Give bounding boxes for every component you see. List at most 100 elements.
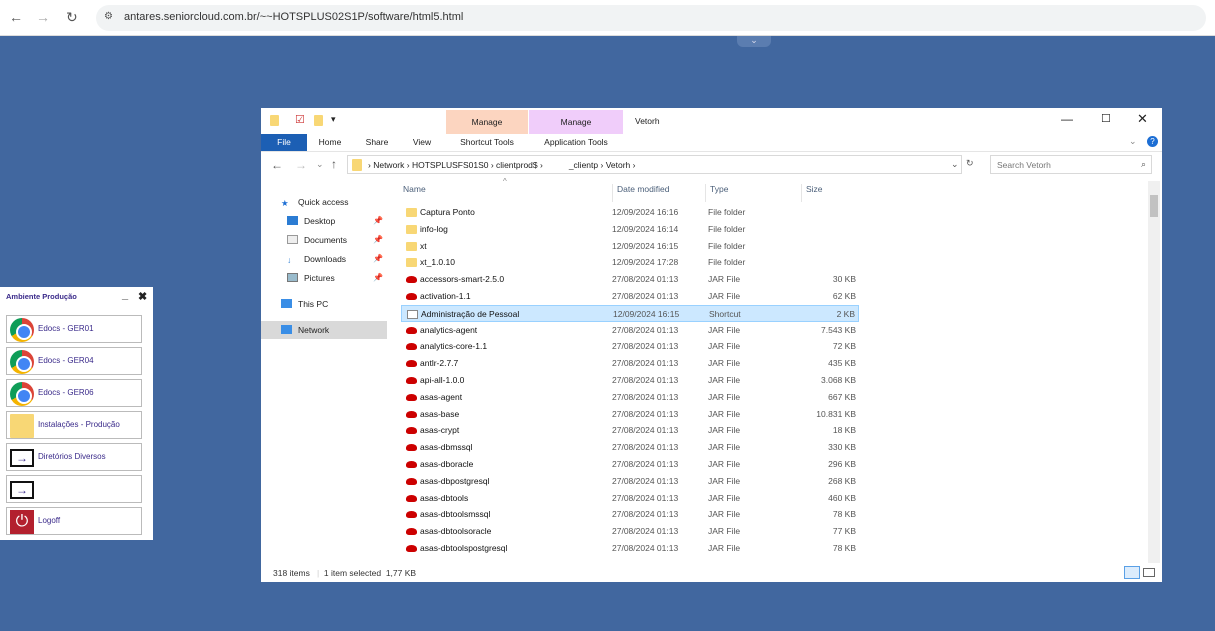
file-row[interactable]: xt 12/09/2024 16:15 File folder	[401, 238, 859, 255]
app-launcher-panel: Ambiente Produção _ ✖ Edocs - GER01 Edoc…	[0, 287, 153, 540]
up-icon[interactable]: ↑	[331, 157, 337, 171]
url-text[interactable]: antares.seniorcloud.com.br/~~HOTSPLUS02S…	[124, 11, 463, 23]
file-row[interactable]: asas-dboracle 27/08/2024 01:13 JAR File …	[401, 456, 859, 473]
file-type: JAR File	[708, 475, 741, 486]
file-row[interactable]: api-all-1.0.0 27/08/2024 01:13 JAR File …	[401, 372, 859, 389]
file-size: 78 KB	[832, 543, 856, 553]
file-date: 27/08/2024 01:13	[612, 291, 679, 301]
file-row[interactable]: asas-crypt 27/08/2024 01:13 JAR File 18 …	[401, 422, 859, 439]
minimize-button[interactable]: _	[122, 289, 128, 301]
file-type: JAR File	[708, 442, 741, 453]
file-type: JAR File	[708, 408, 741, 419]
search-input[interactable]: Search Vetorh ⌕	[990, 155, 1152, 174]
file-type: JAR File	[708, 509, 741, 520]
breadcrumb-server[interactable]: HOTSPLUSFS01S0	[412, 160, 489, 170]
file-row[interactable]: accessors-smart-2.5.0 27/08/2024 01:13 J…	[401, 271, 859, 288]
tab-file[interactable]: File	[261, 134, 307, 151]
column-name[interactable]: Name	[403, 184, 426, 194]
tab-view[interactable]: View	[403, 134, 441, 151]
item-count: 318 items	[273, 568, 310, 578]
jar-file-icon	[406, 410, 417, 418]
jar-file-icon	[406, 393, 417, 401]
file-row[interactable]: asas-dbtoolsoracle 27/08/2024 01:13 JAR …	[401, 523, 859, 540]
file-date: 27/08/2024 01:13	[612, 375, 679, 385]
recent-locations-icon[interactable]: ⌄	[316, 159, 324, 170]
file-row[interactable]: xt_1.0.10 12/09/2024 17:28 File folder	[401, 254, 859, 271]
breadcrumb-vetorh[interactable]: Vetorh	[606, 160, 631, 170]
tab-home[interactable]: Home	[311, 134, 349, 151]
file-name: asas-dbmssql	[420, 442, 473, 453]
refresh-icon[interactable]: ↻	[966, 158, 974, 169]
file-row[interactable]: analytics-core-1.1 27/08/2024 01:13 JAR …	[401, 338, 859, 355]
breadcrumb-network[interactable]: Network	[373, 160, 404, 170]
file-row[interactable]: antlr-2.7.7 27/08/2024 01:13 JAR File 43…	[401, 355, 859, 372]
maximize-button[interactable]: ☐	[1101, 112, 1111, 125]
scrollbar-thumb[interactable]	[1150, 195, 1158, 217]
file-row[interactable]: asas-dbmssql 27/08/2024 01:13 JAR File 3…	[401, 439, 859, 456]
nav-quick-access[interactable]: ★ Quick access	[281, 193, 349, 211]
file-row[interactable]: asas-dbtools 27/08/2024 01:13 JAR File 4…	[401, 490, 859, 507]
help-icon[interactable]: ?	[1147, 136, 1158, 147]
file-row[interactable]: info-log 12/09/2024 16:14 File folder	[401, 221, 859, 238]
jar-file-icon	[406, 326, 417, 334]
file-row[interactable]: Captura Ponto 12/09/2024 16:16 File fold…	[401, 204, 859, 221]
file-size: 667 KB	[828, 391, 856, 402]
nav-downloads[interactable]: ↓ Downloads 📌	[287, 250, 387, 268]
close-button[interactable]: ✕	[1137, 111, 1148, 127]
nav-this-pc[interactable]: This PC	[281, 295, 328, 313]
jar-file-icon	[406, 360, 417, 368]
logoff-button[interactable]: ⏻ Logoff	[6, 507, 142, 535]
edocs-ger01-button[interactable]: Edocs - GER01	[6, 315, 142, 343]
chrome-icon	[10, 350, 34, 374]
expand-ribbon-icon[interactable]: ⌄	[1129, 136, 1137, 147]
folder-icon	[270, 115, 279, 126]
column-type[interactable]: Type	[705, 184, 728, 202]
edocs-ger06-button[interactable]: Edocs - GER06	[6, 379, 142, 407]
tab-share[interactable]: Share	[357, 134, 397, 151]
file-row[interactable]: asas-agent 27/08/2024 01:13 JAR File 667…	[401, 389, 859, 406]
file-row[interactable]: activation-1.1 27/08/2024 01:13 JAR File…	[401, 288, 859, 305]
details-view-button[interactable]	[1124, 566, 1140, 579]
file-type: File folder	[708, 207, 746, 217]
site-settings-icon[interactable]: ⚙	[104, 11, 113, 22]
chevron-down-icon[interactable]: ⌄	[737, 36, 771, 47]
tab-application-tools[interactable]: Application Tools	[529, 134, 623, 151]
properties-icon[interactable]: ☑	[295, 113, 305, 126]
nav-documents[interactable]: Documents 📌	[287, 231, 387, 249]
file-date: 27/08/2024 01:13	[612, 408, 679, 419]
reload-icon[interactable]: ↻	[66, 9, 78, 26]
file-row[interactable]: asas-dbpostgresql 27/08/2024 01:13 JAR F…	[401, 473, 859, 490]
back-icon[interactable]: ←	[9, 9, 23, 25]
edocs-ger04-button[interactable]: Edocs - GER04	[6, 347, 142, 375]
address-dropdown-icon[interactable]: ⌄	[951, 159, 959, 170]
column-date-modified[interactable]: Date modified	[612, 184, 669, 202]
shortcut-button[interactable]: →	[6, 475, 142, 503]
column-size[interactable]: Size	[801, 184, 823, 202]
instalacoes-producao-button[interactable]: Instalações - Produção	[6, 411, 142, 439]
breadcrumb: › Network › HOTSPLUSFS01S0 › clientprod$…	[368, 160, 636, 170]
forward-icon[interactable]: →	[36, 9, 50, 25]
file-row[interactable]: asas-base 27/08/2024 01:13 JAR File 10.8…	[401, 406, 859, 423]
file-row[interactable]: asas-dbtoolsmssql 27/08/2024 01:13 JAR F…	[401, 506, 859, 523]
customize-toolbar-icon[interactable]: ▾	[331, 114, 336, 125]
file-row[interactable]: asas-dbtoolspostgresql 27/08/2024 01:13 …	[401, 540, 859, 557]
address-bar[interactable]: › Network › HOTSPLUSFS01S0 › clientprod$…	[347, 155, 962, 174]
tab-shortcut-tools[interactable]: Shortcut Tools	[446, 134, 528, 151]
minimize-button[interactable]: —	[1061, 112, 1073, 126]
back-icon[interactable]: ←	[271, 158, 283, 172]
diretorios-diversos-button[interactable]: → Diretórios Diversos	[6, 443, 142, 471]
shortcut-icon	[407, 309, 418, 319]
close-button[interactable]: ✖	[138, 290, 147, 303]
vertical-scrollbar[interactable]	[1148, 181, 1160, 563]
nav-desktop[interactable]: Desktop 📌	[287, 212, 387, 230]
breadcrumb-share[interactable]: clientprod$	[496, 160, 538, 170]
forward-icon[interactable]: →	[295, 158, 307, 172]
nav-pictures[interactable]: Pictures 📌	[287, 269, 387, 287]
search-icon: ⌕	[1140, 159, 1146, 169]
breadcrumb-clientp[interactable]: _clientp	[569, 160, 598, 170]
large-icons-view-button[interactable]	[1143, 568, 1155, 577]
new-folder-icon[interactable]	[314, 115, 323, 126]
file-row[interactable]: Administração de Pessoal 12/09/2024 16:1…	[401, 304, 859, 322]
file-row[interactable]: analytics-agent 27/08/2024 01:13 JAR Fil…	[401, 322, 859, 339]
nav-network[interactable]: Network	[261, 321, 387, 339]
